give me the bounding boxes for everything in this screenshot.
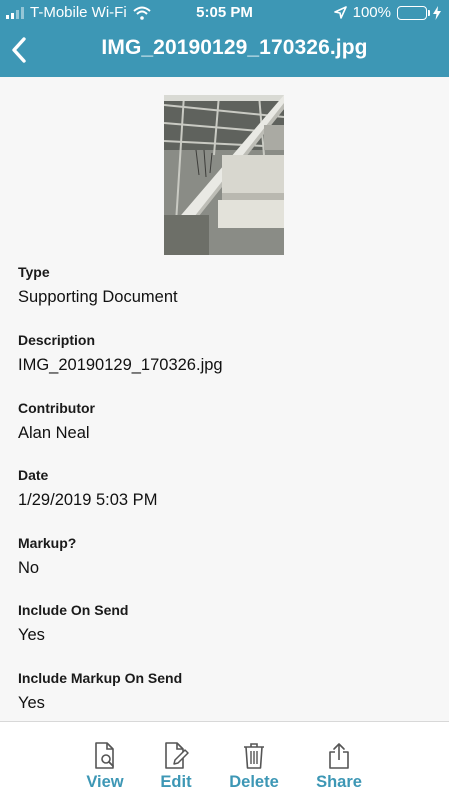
delete-label: Delete (229, 773, 279, 791)
field-value: Alan Neal (18, 424, 90, 442)
status-bar: T-Mobile Wi-Fi 5:05 PM 100% (0, 0, 449, 26)
bottom-toolbar: View Edit Delete Share (0, 721, 449, 800)
view-document-icon (95, 742, 114, 769)
field-label: Type (18, 264, 50, 280)
back-button[interactable] (8, 33, 34, 67)
page-title: IMG_20190129_170326.jpg (101, 36, 368, 59)
field-description: Description IMG_20190129_170326.jpg (18, 332, 223, 375)
field-label: Date (18, 467, 49, 483)
field-value: IMG_20190129_170326.jpg (18, 356, 223, 374)
attachment-thumbnail[interactable] (164, 95, 284, 255)
field-contributor: Contributor Alan Neal (18, 400, 95, 443)
field-date: Date 1/29/2019 5:03 PM (18, 467, 157, 510)
location-arrow-icon (333, 6, 347, 19)
share-button[interactable]: Share (294, 722, 384, 800)
field-value: No (18, 559, 40, 577)
share-label: Share (316, 773, 362, 791)
trash-icon (244, 743, 264, 769)
delete-button[interactable]: Delete (209, 722, 299, 800)
attachment-details: Type Supporting Document Description IMG… (0, 77, 449, 721)
field-label: Markup? (18, 535, 77, 551)
field-label: Contributor (18, 400, 95, 416)
field-type: Type Supporting Document (18, 264, 178, 307)
app-header: T-Mobile Wi-Fi 5:05 PM 100% IMG_20190129… (0, 0, 449, 77)
field-label: Include On Send (18, 602, 129, 618)
field-value: Yes (18, 694, 45, 712)
battery-percent: 100% (352, 4, 391, 21)
field-value: 1/29/2019 5:03 PM (18, 491, 158, 509)
field-markup: Markup? No (18, 535, 76, 578)
charging-bolt-icon (433, 5, 441, 20)
edit-label: Edit (160, 773, 192, 791)
field-value: Yes (18, 626, 45, 644)
field-label: Description (18, 332, 96, 348)
share-icon (329, 743, 349, 769)
field-include-markup-on-send: Include Markup On Send Yes (18, 670, 182, 713)
field-include-on-send: Include On Send Yes (18, 602, 128, 645)
field-value: Supporting Document (18, 288, 178, 306)
edit-button[interactable]: Edit (131, 722, 221, 800)
chevron-left-icon (12, 37, 26, 63)
edit-document-icon (165, 742, 189, 769)
field-label: Include Markup On Send (18, 670, 183, 686)
battery-icon (397, 5, 430, 20)
